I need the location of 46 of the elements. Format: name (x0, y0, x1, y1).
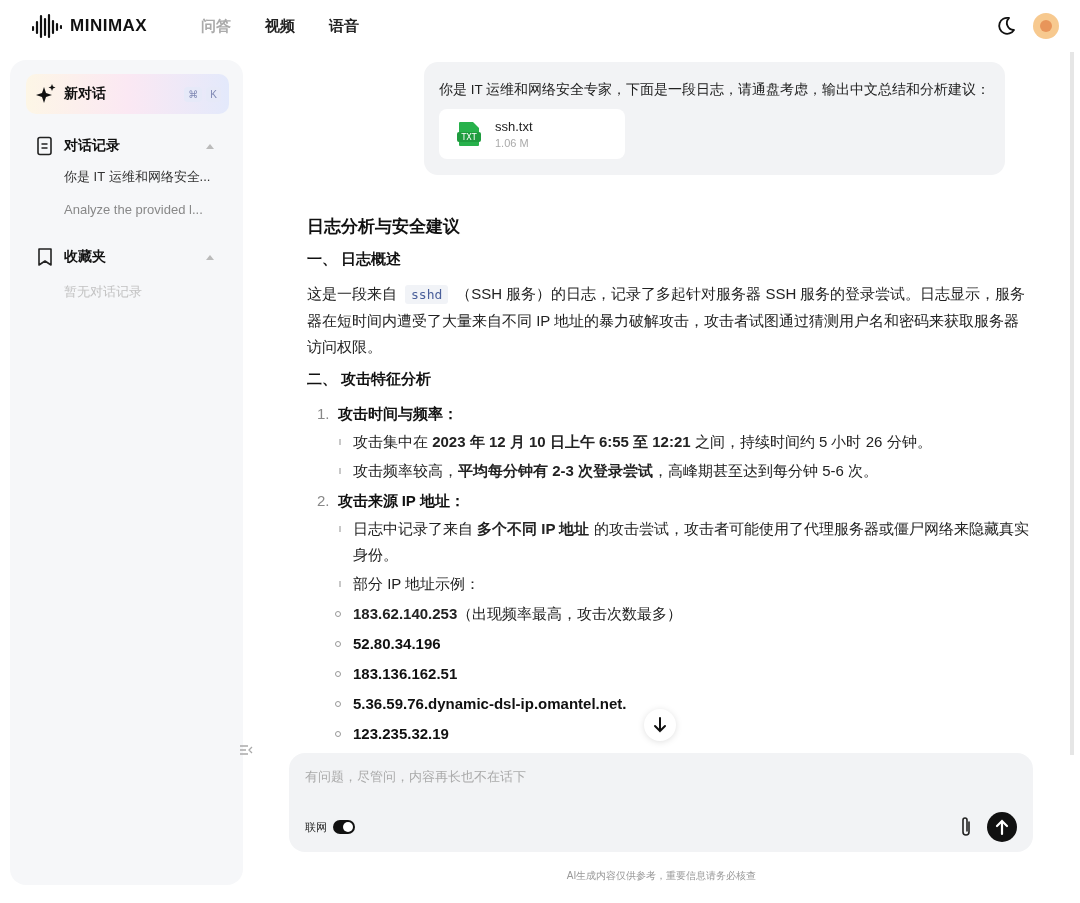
section-title: 收藏夹 (64, 248, 106, 266)
sparkle-icon (36, 84, 56, 104)
send-button[interactable] (987, 812, 1017, 842)
disclaimer-text: AI生成内容仅供参考，重要信息请务必核查 (565, 869, 758, 883)
list-number: 1. (317, 404, 330, 424)
list-item-text: 52.80.34.196 (353, 634, 441, 654)
list-number: 2. (317, 491, 330, 511)
file-size: 1.06 M (495, 137, 530, 149)
document-icon (36, 136, 54, 156)
history-item[interactable]: 你是 IT 运维和网络安全... (26, 160, 229, 194)
nav-tab[interactable]: 视频 (259, 12, 302, 40)
waveform-logo-icon (32, 13, 62, 39)
shortcut-key: ⌘ (184, 86, 203, 102)
list-item-text: 123.235.32.19 (353, 724, 449, 744)
bullet-mark (339, 526, 341, 532)
new-chat-button[interactable]: 新对话 ⌘ K (26, 74, 229, 114)
list-item-text: 日志中记录了来自 多个不同 IP 地址 的攻击尝试，攻击者可能使用了代理服务器或僵尸网络来隐藏真实身份。 (353, 519, 1030, 565)
nav-tab[interactable]: 语音 (323, 12, 366, 40)
logo-text: MINIMAX (70, 16, 148, 36)
section-title: 对话记录 (64, 137, 120, 155)
list-item-text: 5.36.59.76.dynamic-dsl-ip.omantel.net. (353, 694, 627, 714)
answer-title: 日志分析与安全建议 (307, 216, 461, 238)
section-heading: 二、 攻击特征分析 (307, 370, 433, 389)
web-search-toggle[interactable] (333, 820, 355, 834)
section-header[interactable]: 对话记录 (26, 132, 229, 160)
list-item-text: 攻击集中在 2023 年 12 月 10 日上午 6:55 至 12:21 之间，持续时间约 5 小时 26 分钟。 (353, 432, 932, 452)
section-heading: 一、 日志概述 (307, 250, 403, 269)
list-item-text: 183.62.140.253（出现频率最高，攻击次数最多） (353, 604, 683, 624)
message-text: 你是 IT 运维和网络安全专家，下面是一段日志，请通盘考虑，输出中文总结和分析建议： (439, 81, 991, 99)
bullet-mark (339, 581, 341, 587)
bullet-mark (339, 439, 341, 445)
file-name: ssh.txt (495, 119, 533, 134)
list-item-title: 攻击时间与频率： (337, 404, 458, 424)
web-search-label: 联网 (305, 819, 327, 835)
list-item-text: 183.136.162.51 (353, 664, 458, 684)
paragraph-text: 这是一段来自 sshd （SSH 服务）的日志，记录了多起针对服务器 SSH 服务的登录尝试。日志显示，服务器在短时间内遭受了大量来自不同 IP 地址的暴力破解攻击，攻击者试图通过猜测用户名和密码来获取服务器访问权限。 (307, 284, 1027, 357)
txt-file-icon: TXT (457, 121, 481, 147)
list-item-title: 攻击来源 IP 地址： (337, 491, 465, 511)
section-header[interactable]: 收藏夹 (26, 243, 229, 271)
list-item-text: 攻击频率较高，平均每分钟有 2-3 次登录尝试，高峰期甚至达到每分钟 5-6 次。 (353, 461, 879, 481)
list-item-text: 部分 IP 地址示例： (353, 574, 481, 594)
file-attachment[interactable]: TXT ssh.txt 1.06 M (439, 109, 625, 159)
bullet-mark (339, 468, 341, 474)
bookmark-icon (36, 247, 54, 267)
message-input[interactable]: 有问题，尽管问，内容再长也不在话下 (305, 769, 1017, 784)
paperclip-icon[interactable] (959, 816, 973, 838)
